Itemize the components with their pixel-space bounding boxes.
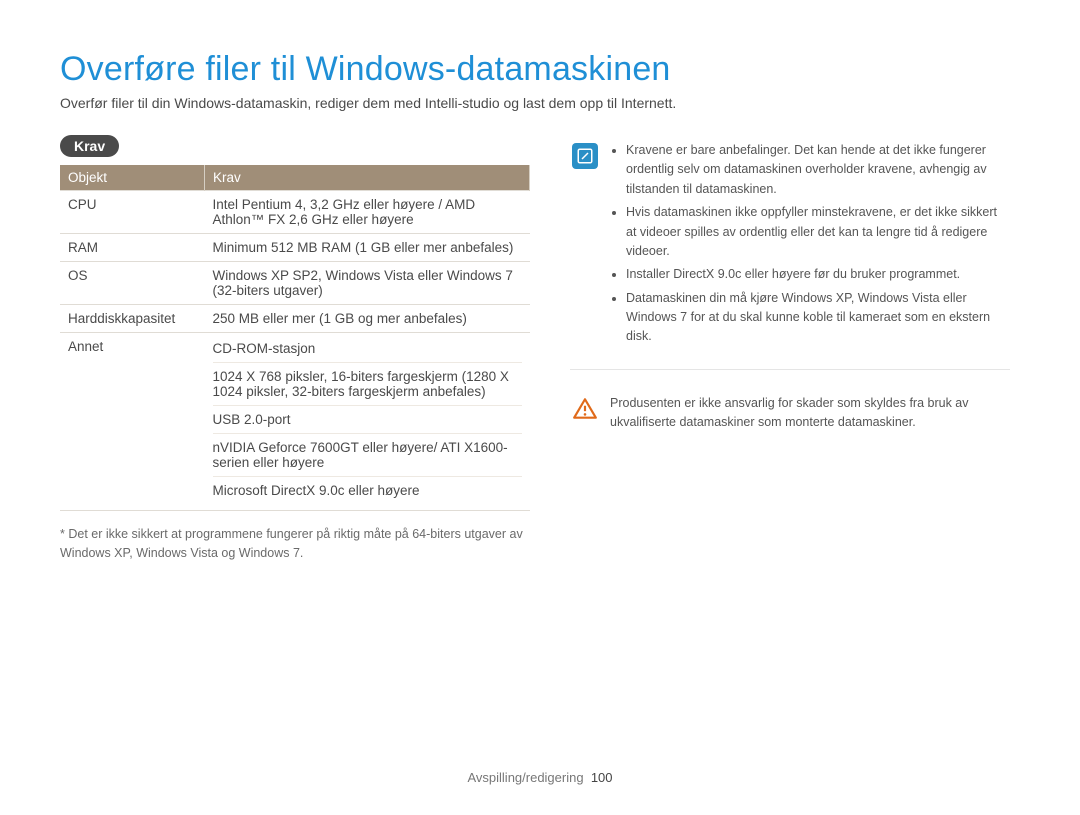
info-note-item: Installer DirectX 9.0c eller høyere før … — [626, 265, 1008, 284]
section-pill-krav: Krav — [60, 135, 119, 157]
table-row: Harddiskkapasitet 250 MB eller mer (1 GB… — [60, 305, 530, 333]
th-objekt: Objekt — [60, 165, 205, 191]
info-note-item: Datamaskinen din må kjøre Windows XP, Wi… — [626, 289, 1008, 347]
table-row: OS Windows XP SP2, Windows Vista eller W… — [60, 262, 530, 305]
info-callout: Kravene er bare anbefalinger. Det kan he… — [570, 135, 1010, 370]
info-note-item: Hvis datamaskinen ikke oppfyller minstek… — [626, 203, 1008, 261]
cell-hdd-val: 250 MB eller mer (1 GB og mer anbefales) — [205, 305, 530, 333]
cell-ram-label: RAM — [60, 234, 205, 262]
table-row: CPU Intel Pentium 4, 3,2 GHz eller høyer… — [60, 191, 530, 234]
info-icon — [572, 143, 598, 169]
intro-text: Overfør filer til din Windows-datamaskin… — [60, 95, 1020, 111]
footer-section: Avspilling/redigering — [467, 770, 583, 785]
table-row: Annet CD-ROM-stasjon 1024 X 768 piksler,… — [60, 333, 530, 511]
th-krav: Krav — [205, 165, 530, 191]
warning-icon — [572, 396, 598, 422]
other-item: nVIDIA Geforce 7600GT eller høyere/ ATI … — [213, 433, 522, 472]
requirements-table: Objekt Krav CPU Intel Pentium 4, 3,2 GHz… — [60, 165, 530, 511]
warning-callout: Produsenten er ikke ansvarlig for skader… — [570, 388, 1010, 451]
other-item: USB 2.0-port — [213, 405, 522, 429]
table-row: RAM Minimum 512 MB RAM (1 GB eller mer a… — [60, 234, 530, 262]
warning-text: Produsenten er ikke ansvarlig for skader… — [610, 394, 1008, 433]
cell-os-label: OS — [60, 262, 205, 305]
cell-cpu-label: CPU — [60, 191, 205, 234]
info-note-item: Kravene er bare anbefalinger. Det kan he… — [626, 141, 1008, 199]
other-item: 1024 X 768 piksler, 16-biters fargeskjer… — [213, 362, 522, 401]
cell-os-val: Windows XP SP2, Windows Vista eller Wind… — [205, 262, 530, 305]
cell-hdd-label: Harddiskkapasitet — [60, 305, 205, 333]
cell-other-label: Annet — [60, 333, 205, 511]
other-item: CD-ROM-stasjon — [213, 339, 522, 358]
footer-page-number: 100 — [591, 770, 613, 785]
page-footer: Avspilling/redigering 100 — [0, 770, 1080, 785]
cell-cpu-val: Intel Pentium 4, 3,2 GHz eller høyere / … — [205, 191, 530, 234]
page-title: Overføre filer til Windows-datamaskinen — [60, 50, 1020, 89]
cell-other-val: CD-ROM-stasjon 1024 X 768 piksler, 16-bi… — [205, 333, 530, 511]
other-item: Microsoft DirectX 9.0c eller høyere — [213, 476, 522, 500]
footnote-text: * Det er ikke sikkert at programmene fun… — [60, 525, 530, 563]
cell-ram-val: Minimum 512 MB RAM (1 GB eller mer anbef… — [205, 234, 530, 262]
